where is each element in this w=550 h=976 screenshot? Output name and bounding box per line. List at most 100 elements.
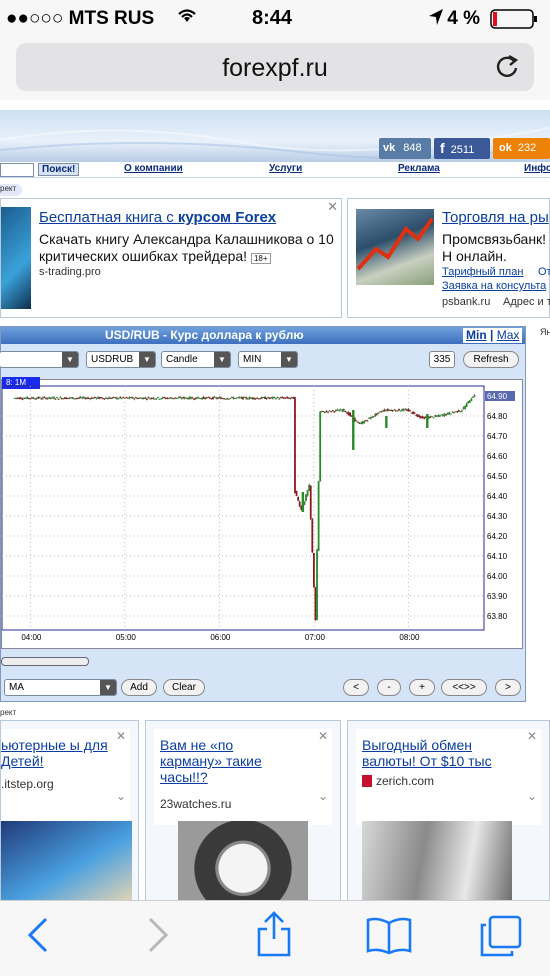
fit-all-button[interactable]: <<>> <box>441 679 487 696</box>
bookmarks-icon[interactable] <box>366 915 412 965</box>
min-link[interactable]: Min <box>466 328 487 342</box>
candle-body <box>127 397 129 399</box>
ad-url[interactable]: s-trading.pro <box>39 266 101 278</box>
reload-icon[interactable] <box>494 52 520 87</box>
add-indicator-button[interactable]: Add <box>121 679 157 696</box>
price-chart[interactable]: 8: 1M 64.80 64.70 64.60 64.50 64.40 64.30 64.2… <box>1 377 523 649</box>
wifi-icon <box>176 6 198 30</box>
candle-body <box>464 406 466 410</box>
indicator-value: MA <box>9 682 24 693</box>
ad-block-left[interactable]: Бесплатная книга с курсом Forex Скачать … <box>0 198 342 318</box>
candle-body <box>404 409 407 411</box>
candle-body <box>273 396 276 398</box>
candle-body <box>193 398 196 400</box>
close-icon[interactable]: ✕ <box>318 729 328 743</box>
period-select[interactable]: MIN ▼ <box>238 351 298 368</box>
candle-body <box>259 398 262 400</box>
tabs-icon[interactable] <box>478 915 522 969</box>
ad-address[interactable]: Адрес и т <box>503 296 550 308</box>
candle-body <box>111 397 114 399</box>
candle-body <box>454 411 457 413</box>
close-icon[interactable]: ✕ <box>527 729 537 743</box>
lower-ad-url[interactable]: .itstep.org <box>1 777 54 791</box>
candle-body <box>278 398 281 400</box>
candle-body <box>242 396 244 400</box>
lower-ad-2[interactable]: Вам не «по карману» такие часы!!? 23watc… <box>145 720 341 906</box>
address-url[interactable]: forexpf.ru <box>16 54 534 83</box>
candle-body <box>283 397 285 399</box>
candle-body <box>56 397 59 399</box>
odnoklassniki-share-button[interactable]: ok 232 <box>493 138 550 159</box>
scroll-left-button[interactable]: < <box>343 679 369 696</box>
ad-title-text: Торговля на ры <box>442 209 549 226</box>
lower-ad-title[interactable]: Выгодный обмен валюты! От $10 тыс <box>362 737 522 769</box>
candle-body <box>70 397 73 399</box>
menu-item-services[interactable]: Услуги <box>269 163 302 174</box>
candle-body <box>309 485 312 520</box>
facebook-share-button[interactable]: f 2511 <box>434 138 490 159</box>
close-icon[interactable]: ✕ <box>116 729 126 743</box>
lower-ad-3[interactable]: Выгодный обмен валюты! От $10 тыс zerich… <box>347 720 550 906</box>
search-button[interactable]: Поиск! <box>38 163 80 176</box>
instrument-group-select[interactable]: ▼ <box>0 351 79 368</box>
clear-indicators-button[interactable]: Clear <box>163 679 205 696</box>
candle-body <box>399 410 402 412</box>
back-icon[interactable] <box>26 915 50 965</box>
chevron-down-icon[interactable]: ⌄ <box>318 789 328 803</box>
y-tick-label: 64.10 <box>487 552 508 561</box>
search-input[interactable] <box>0 163 34 177</box>
candle-body <box>16 397 19 399</box>
indicator-select[interactable]: MA ▼ <box>4 679 117 696</box>
candle-body <box>116 397 118 399</box>
candle-body <box>253 397 255 400</box>
candle-body <box>160 398 162 400</box>
side-label: Ян <box>540 327 550 337</box>
candle-body <box>298 501 301 507</box>
scroll-right-button[interactable]: > <box>495 679 521 696</box>
candle-body <box>311 519 314 553</box>
bars-count-field[interactable]: 335 <box>429 351 455 368</box>
ad-link-tariff[interactable]: Тарифный план <box>442 266 523 278</box>
chevron-down-icon[interactable]: ⌄ <box>116 789 126 803</box>
candle-body <box>445 414 448 416</box>
ad-link-consult[interactable]: Заявка на консульта <box>442 280 546 292</box>
share-icon[interactable] <box>256 911 292 967</box>
forward-icon[interactable] <box>146 915 170 965</box>
menu-item-company[interactable]: О компании <box>124 163 183 174</box>
ad-url[interactable]: psbank.ru <box>442 296 490 308</box>
chevron-down-icon[interactable]: ⌄ <box>527 789 537 803</box>
ad-block-right[interactable]: Торговля на ры Промсвязьбанк! Н онлайн. … <box>347 198 550 318</box>
candle-body <box>48 396 51 399</box>
address-bar[interactable]: forexpf.ru <box>16 43 534 91</box>
menu-item-info[interactable]: Инфо <box>524 163 550 174</box>
ad-title[interactable]: Бесплатная книга с курсом Forex <box>39 209 276 226</box>
refresh-button[interactable]: Refresh <box>463 351 519 368</box>
lower-ad-title[interactable]: ьютерные ы для Детей! <box>1 737 123 769</box>
candle-body <box>92 397 95 399</box>
candle-body <box>210 398 213 400</box>
symbol-select[interactable]: USDRUB ▼ <box>86 351 156 368</box>
chart-scrollbar[interactable] <box>1 657 89 666</box>
close-icon[interactable]: ✕ <box>327 199 338 215</box>
candle-body <box>161 397 164 399</box>
candle-body <box>341 409 344 412</box>
candle-body <box>153 398 156 400</box>
zoom-out-button[interactable]: - <box>377 679 401 696</box>
menu-item-advertising[interactable]: Реклама <box>398 163 440 174</box>
chart-type-select[interactable]: Candle ▼ <box>161 351 231 368</box>
candle-body <box>324 412 326 414</box>
vk-share-button[interactable]: vk 848 <box>379 138 431 159</box>
ad-title[interactable]: Торговля на ры <box>442 209 549 226</box>
lower-ad-1[interactable]: ьютерные ы для Детей! .itstep.org ✕ ⌄ <box>0 720 139 906</box>
max-link[interactable]: Max <box>497 328 520 342</box>
candle-body <box>27 397 30 399</box>
candle-body <box>456 411 459 413</box>
candle-body <box>199 398 202 400</box>
lower-ad-url[interactable]: 23watches.ru <box>160 797 231 811</box>
lower-ad-url[interactable]: zerich.com <box>376 774 434 788</box>
ad-link-other[interactable]: От <box>538 266 550 278</box>
lower-ad-title[interactable]: Вам не «по карману» такие часы!!? <box>160 737 290 785</box>
candle-body <box>57 398 60 400</box>
zoom-in-button[interactable]: + <box>409 679 435 696</box>
candle-body <box>37 396 40 399</box>
